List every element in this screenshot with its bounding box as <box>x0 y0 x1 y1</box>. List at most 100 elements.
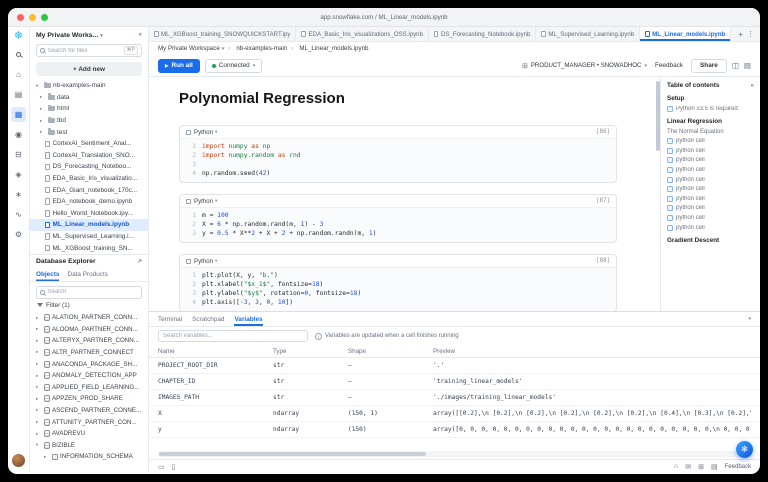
run-all-button[interactable]: Run all <box>158 59 200 73</box>
tree-item-file[interactable]: DS_Forecasting_Noteboo... <box>30 161 148 173</box>
ai-ml-icon[interactable]: ∗ <box>11 187 26 202</box>
tree-item-folder[interactable]: data <box>30 92 148 104</box>
tree-item-folder[interactable]: test <box>30 126 148 138</box>
toc-cell-item[interactable]: python cell <box>667 148 754 154</box>
admin-icon[interactable]: ⚙ <box>11 227 26 242</box>
tree-item-folder[interactable]: html <box>30 103 148 115</box>
toc-section[interactable]: Setup <box>667 95 754 102</box>
variables-search-input[interactable] <box>158 330 308 342</box>
database-item[interactable]: APPLIED_FIELD_LEARNING... <box>30 381 148 393</box>
file-tab[interactable]: ML_Supervised_Learning.ipynb <box>536 27 640 41</box>
database-item[interactable]: ALOOMA_PARTNER_CONN... <box>30 324 148 336</box>
cell-language-selector[interactable]: Python <box>194 198 217 205</box>
breadcrumb-workspace[interactable]: My Private Workspace <box>158 45 224 52</box>
file-tab[interactable]: EDA_Basic_Iris_visualizations_OSS.ipynb <box>296 27 428 41</box>
toggle-panel-icon[interactable] <box>732 61 739 70</box>
table-row[interactable]: PROJECT_ROOT_DIR str – '.' <box>149 358 760 374</box>
home-icon[interactable]: ⌂ <box>11 67 26 82</box>
filter-button[interactable]: Filter (1) <box>30 299 148 312</box>
toc-cell-item[interactable]: python cell <box>667 186 754 192</box>
user-avatar[interactable] <box>12 454 25 467</box>
support-icon[interactable]: ✉ <box>685 463 691 471</box>
zoom-window-button[interactable] <box>41 14 48 21</box>
database-search-input[interactable] <box>48 289 139 295</box>
database-item[interactable]: ALTERYX_PARTNER_CONN... <box>30 335 148 347</box>
cell-language-selector[interactable]: Python <box>194 129 217 136</box>
tab-terminal[interactable]: Terminal <box>158 312 182 326</box>
notebooks-icon[interactable]: ▦ <box>11 107 26 122</box>
tree-item-file[interactable]: CortexAI_Translation_SNO... <box>30 150 148 162</box>
code-editor[interactable]: 1m = 1002X = 6 * np.random.rand(m, 1) - … <box>180 208 616 242</box>
tab-scratchpad[interactable]: Scratchpad <box>192 312 224 326</box>
breadcrumb-file[interactable]: ML_Linear_models.ipynb <box>291 45 368 52</box>
database-item[interactable]: ALTR_PARTNER_CONNECT <box>30 347 148 359</box>
add-new-button[interactable]: + Add new <box>36 62 142 76</box>
tree-item-file[interactable]: CortexAI_Sentiment_Anal... <box>30 138 148 150</box>
toc-cell-item[interactable]: python cell <box>667 177 754 183</box>
toc-cell-item[interactable]: python cell <box>667 205 754 211</box>
activity-icon[interactable]: ∿ <box>11 207 26 222</box>
tree-item-file[interactable]: ML_Supervised_Learning.i... <box>30 231 148 243</box>
data-icon[interactable]: ⊟ <box>11 147 26 162</box>
home-icon[interactable]: ⌂ <box>674 463 678 470</box>
table-row[interactable]: X ndarray (150, 1) array([[0.2],\n [0.2]… <box>149 406 760 422</box>
toc-cell-item[interactable]: Python ≥3.5 is required <box>667 106 754 112</box>
expand-panel-icon[interactable] <box>137 258 142 265</box>
file-search-input[interactable] <box>48 48 121 54</box>
statusbar-feedback-button[interactable]: Feedback <box>725 464 751 470</box>
scrollbar-thumb[interactable] <box>159 452 426 456</box>
tree-item-file[interactable]: EDA_Giant_notebook_170c... <box>30 184 148 196</box>
chevron-down-icon[interactable] <box>100 32 103 39</box>
tree-item-file[interactable]: EDA_Basic_Iris_visualizatio... <box>30 173 148 185</box>
marketplace-icon[interactable]: ◈ <box>11 167 26 182</box>
tab-variables[interactable]: Variables <box>234 312 262 326</box>
toggle-layout-icon[interactable] <box>744 61 751 70</box>
docs-icon[interactable]: ▤ <box>711 463 718 471</box>
context-selector[interactable]: PRODUCT_MANAGER • SNOWADHOC <box>522 62 647 70</box>
collapse-sidebar-icon[interactable] <box>139 32 142 38</box>
toc-subsection[interactable]: The Normal Equation <box>667 129 754 135</box>
new-tab-button[interactable] <box>738 30 743 39</box>
tab-data-products[interactable]: Data Products <box>67 269 108 281</box>
assistant-button[interactable] <box>736 441 753 458</box>
tree-item-root[interactable]: nb-examples-main <box>30 80 148 92</box>
connection-status-button[interactable]: Connected <box>205 59 262 73</box>
database-item[interactable]: APPZEN_PROD_SHARE <box>30 393 148 405</box>
worksheets-icon[interactable]: ▤ <box>11 87 26 102</box>
minimize-window-button[interactable] <box>29 14 36 21</box>
database-item[interactable]: ALATION_PARTNER_CONN... <box>30 312 148 324</box>
apps-icon[interactable]: ⊞ <box>698 463 704 471</box>
file-tab-active[interactable]: ML_Linear_models.ipynb <box>640 27 731 41</box>
database-item[interactable]: BIZIBLE <box>30 439 148 451</box>
cell-language-selector[interactable]: Python <box>194 258 217 265</box>
tree-item-folder[interactable]: tbd <box>30 115 148 127</box>
database-item[interactable]: AVADREVU <box>30 428 148 440</box>
database-item[interactable]: ATTUNITY_PARTNER_CON... <box>30 416 148 428</box>
toc-cell-item[interactable]: python cell <box>667 225 754 231</box>
toc-section[interactable]: Linear Regression <box>667 118 754 125</box>
toc-section[interactable]: Gradient Descent <box>667 237 754 244</box>
breadcrumb-folder[interactable]: nb-examples-main <box>228 45 287 52</box>
tab-overflow-menu-icon[interactable] <box>747 30 754 38</box>
toc-cell-item[interactable]: python cell <box>667 157 754 163</box>
tab-objects[interactable]: Objects <box>36 269 59 281</box>
database-item[interactable]: ANOMALY_DETECTION_APP <box>30 370 148 382</box>
tree-item-file[interactable]: Hello_World_Notebook.ipy... <box>30 208 148 220</box>
streamlit-icon[interactable]: ◉ <box>11 127 26 142</box>
search-icon[interactable] <box>11 47 26 62</box>
scrollbar-thumb[interactable] <box>656 81 660 151</box>
close-window-button[interactable] <box>17 14 24 21</box>
tree-item-file[interactable]: EDA_notebook_demo.ipynb <box>30 196 148 208</box>
table-row[interactable]: IMAGES_PATH str – './images/training_lin… <box>149 390 760 406</box>
toc-cell-item[interactable]: python cell <box>667 138 754 144</box>
database-item[interactable]: ANACONDA_PACKAGE_SH... <box>30 358 148 370</box>
toc-cell-item[interactable]: python cell <box>667 196 754 202</box>
database-item[interactable]: ASCEND_PARTNER_CONNE... <box>30 405 148 417</box>
file-tab[interactable]: DS_Forecasting_Notebook.ipynb <box>429 27 536 41</box>
share-button[interactable]: Share <box>691 59 727 73</box>
tree-item-file[interactable]: ML_XGBoost_training_SN... <box>30 242 148 254</box>
file-tab[interactable]: ML_XGBoost_training_SNOWQUICKSTART.ipy <box>149 27 296 41</box>
console-toggle-icon[interactable]: ▭ <box>158 463 165 471</box>
code-editor[interactable]: 1import numpy as np2import numpy.random … <box>180 139 616 182</box>
table-row[interactable]: y ndarray (150) array([0, 0, 0, 0, 0, 0,… <box>149 422 760 438</box>
